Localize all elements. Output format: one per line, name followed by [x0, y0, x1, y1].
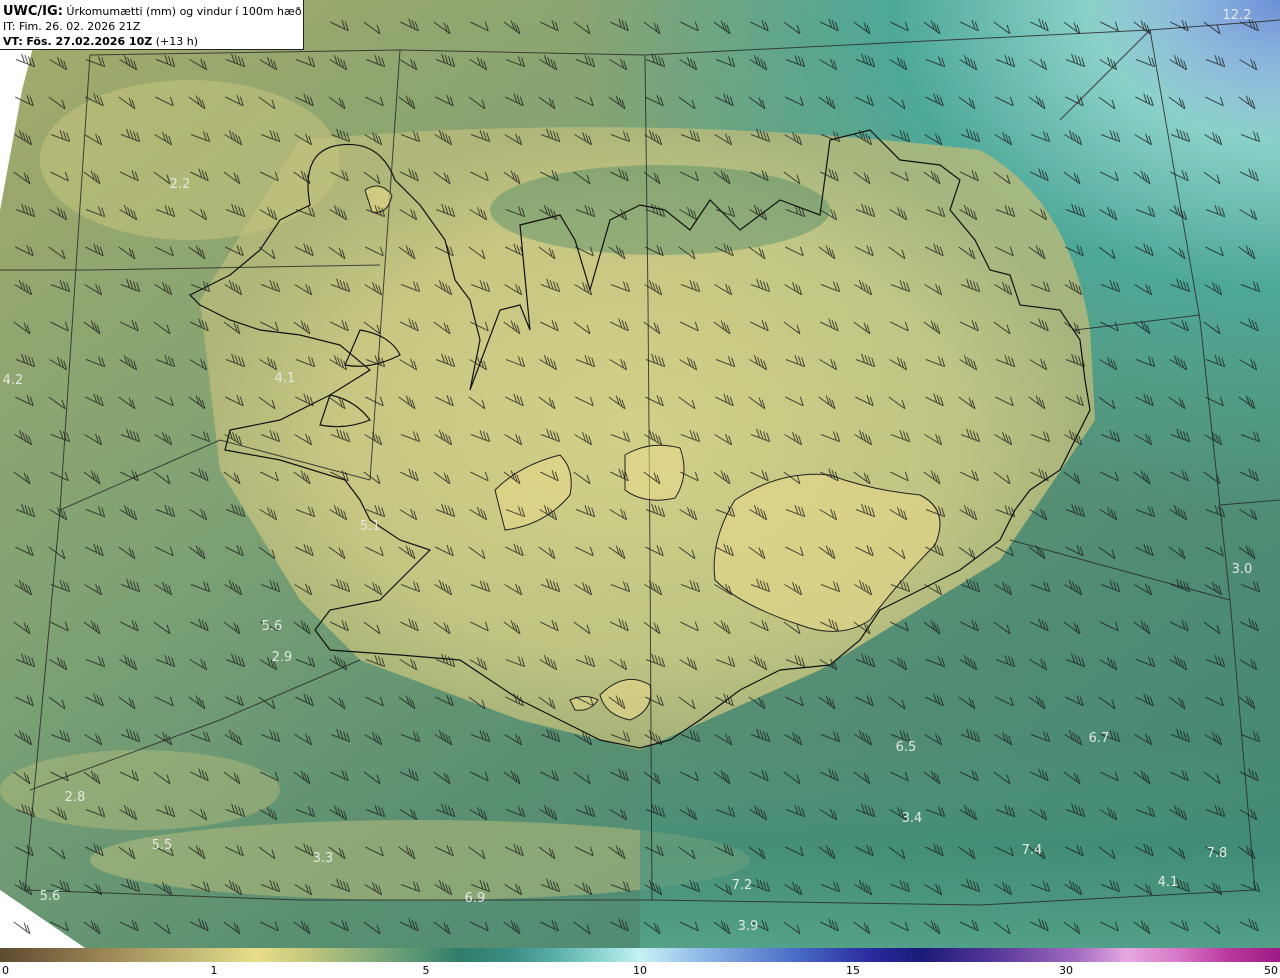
valid-time-line: VT: Fös. 27.02.2026 10Z (+13 h)	[3, 34, 303, 49]
colorbar-tick: 50	[1264, 964, 1278, 977]
value-label: 4.1	[275, 371, 296, 386]
variable-description: Úrkomumætti (mm) og vindur í 100m hæð	[66, 5, 302, 18]
value-label: 6.7	[1089, 731, 1110, 746]
value-label: 7.2	[732, 878, 753, 893]
value-label: 7.8	[1207, 846, 1228, 861]
precipitation-colorbar	[0, 948, 1280, 962]
value-label: 2.8	[65, 790, 86, 805]
value-label: 7.4	[1022, 843, 1043, 858]
value-label: 4.1	[1158, 875, 1179, 890]
value-label: 5.5	[152, 838, 173, 853]
value-label: 6.5	[896, 740, 917, 755]
title-line: UWC/IG: Úrkomumætti (mm) og vindur í 100…	[3, 4, 303, 19]
model-name: UWC/IG:	[3, 4, 63, 19]
value-label: 3.9	[738, 919, 759, 934]
value-label: 4.2	[3, 373, 24, 388]
forecast-info-box: UWC/IG: Úrkomumætti (mm) og vindur í 100…	[0, 0, 304, 50]
init-time: IT: Fim. 26. 02. 2026 21Z	[3, 20, 141, 33]
value-label: 2.9	[272, 650, 293, 665]
forecast-map[interactable]: 12.2 2.2 4.2 4.1 5.1 5.6 2.9 3.0 6.5 6.7…	[0, 0, 1280, 948]
value-label: 3.4	[902, 811, 923, 826]
colorbar-tick: 0	[2, 964, 9, 977]
colorbar-tick: 1	[210, 964, 218, 977]
value-label: 2.2	[170, 177, 191, 192]
value-label: 5.1	[360, 519, 381, 534]
colorbar-tick: 10	[633, 964, 647, 977]
colorbar-tick: 5	[422, 964, 430, 977]
colorbar-ticks: 0 1 5 10 15 30 50	[0, 962, 1280, 978]
valid-label: VT:	[3, 35, 23, 48]
value-label: 6.9	[465, 891, 486, 906]
value-label: 12.2	[1223, 8, 1252, 23]
value-label: 5.6	[262, 619, 283, 634]
lead-time: (+13 h)	[155, 35, 198, 48]
value-label: 5.6	[40, 889, 61, 904]
colorbar-tick: 15	[846, 964, 860, 977]
value-label: 3.0	[1232, 562, 1253, 577]
colorbar-tick: 30	[1059, 964, 1073, 977]
value-label: 3.3	[313, 851, 334, 866]
valid-time: Fös. 27.02.2026 10Z	[26, 35, 153, 48]
